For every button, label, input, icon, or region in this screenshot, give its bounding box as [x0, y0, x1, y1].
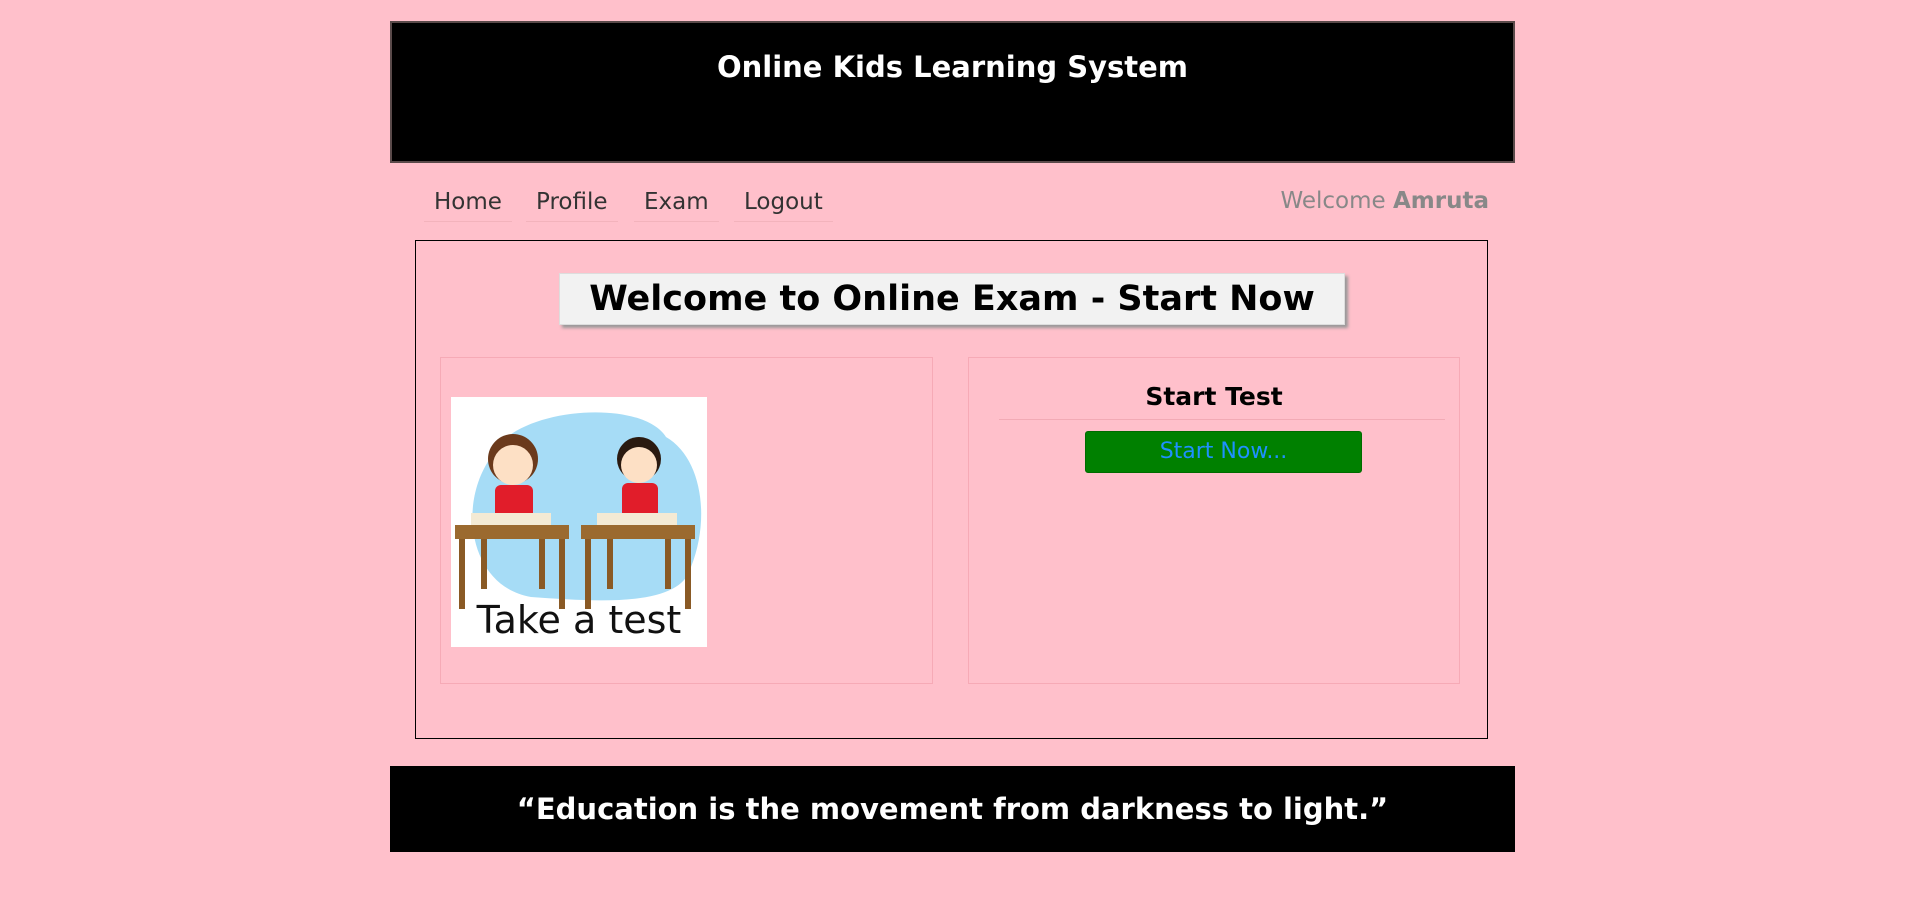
start-test-panel: Start Test Start Now... [968, 357, 1460, 684]
page-title: Welcome to Online Exam - Start Now [559, 273, 1345, 325]
nav-item-profile[interactable]: Profile [526, 189, 618, 222]
welcome-prefix: Welcome [1280, 188, 1386, 214]
start-test-heading: Start Test [1145, 382, 1283, 411]
take-a-test-illustration: Take a test [451, 397, 707, 647]
welcome-message: Welcome Amruta [1280, 188, 1489, 214]
nav-item-exam[interactable]: Exam [634, 189, 719, 222]
main-content: Welcome to Online Exam - Start Now Take … [415, 240, 1488, 739]
nav-item-home[interactable]: Home [424, 189, 512, 222]
nav-item-logout[interactable]: Logout [734, 189, 833, 222]
site-title: Online Kids Learning System [716, 50, 1189, 84]
divider [999, 419, 1445, 420]
image-caption: Take a test [476, 598, 682, 642]
site-header: Online Kids Learning System [390, 21, 1515, 163]
footer-quote: “Education is the movement from darkness… [516, 792, 1389, 826]
username: Amruta [1393, 188, 1489, 214]
page: Online Kids Learning System Home Profile… [390, 21, 1515, 852]
site-footer: “Education is the movement from darkness… [390, 766, 1515, 852]
start-now-button[interactable]: Start Now... [1085, 431, 1362, 473]
image-panel: Take a test [440, 357, 933, 684]
